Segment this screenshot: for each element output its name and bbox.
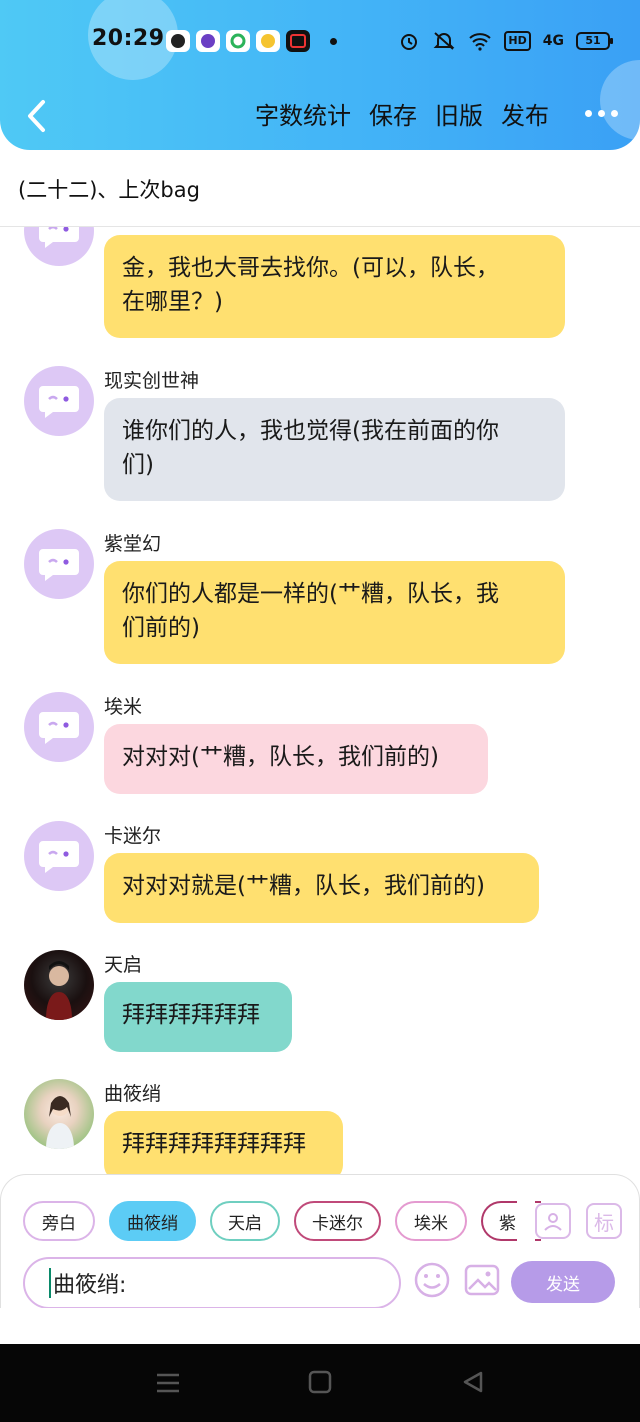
- avatar[interactable]: [24, 366, 94, 436]
- app-notification-icon: [226, 30, 250, 52]
- chevron-left-icon: [28, 100, 45, 132]
- hd-badge: HD: [504, 31, 531, 51]
- battery-icon: 51: [576, 32, 613, 50]
- more-button[interactable]: [585, 110, 618, 117]
- status-icons: HD 4G 51: [398, 28, 613, 54]
- character-chip[interactable]: 埃米: [395, 1201, 467, 1241]
- character-chip-selected[interactable]: 曲筱绡: [109, 1201, 196, 1241]
- avatar[interactable]: [24, 950, 94, 1020]
- panel-bottom-space: [0, 1308, 640, 1344]
- send-button[interactable]: 发送: [511, 1261, 615, 1303]
- image-icon[interactable]: [463, 1261, 501, 1299]
- chat-message: 金，我也大哥去找你。(可以，队长， 在哪里？): [0, 227, 640, 346]
- chapter-title: (二十二)、上次bag: [18, 178, 200, 202]
- publish-button[interactable]: 发布: [501, 96, 549, 131]
- message-text: 们前的): [122, 615, 200, 641]
- character-chip[interactable]: 旁白: [23, 1201, 95, 1241]
- avatar[interactable]: [24, 692, 94, 762]
- person-icon[interactable]: [535, 1203, 571, 1239]
- chip-label: 旁白: [42, 1213, 76, 1234]
- character-portrait-icon: [46, 1096, 74, 1149]
- sender-name: 埃米: [104, 696, 143, 718]
- wifi-icon: [469, 33, 492, 51]
- chat-bubble-icon: [39, 712, 79, 744]
- message-text: 拜拜拜拜拜拜: [122, 1002, 260, 1028]
- menu-icon[interactable]: [155, 1370, 181, 1396]
- app-root: 20:29 HD 4G 51 字数统计 保存 旧版 发布 (二十二)、上次bag…: [0, 0, 640, 1422]
- message-bubble[interactable]: 谁你们的人，我也觉得(我在前面的你 们): [104, 398, 565, 501]
- message-bubble[interactable]: 对对对(艹糟，队长，我们前的): [104, 724, 488, 794]
- chip-label: 卡迷尔: [312, 1213, 363, 1234]
- avatar[interactable]: [24, 1079, 94, 1149]
- home-icon[interactable]: [308, 1370, 332, 1394]
- header: 20:29 HD 4G 51 字数统计 保存 旧版 发布: [0, 0, 640, 150]
- save-button[interactable]: 保存: [369, 96, 417, 131]
- alarm-icon: [401, 34, 418, 50]
- message-text: 谁你们的人，我也觉得(我在前面的你: [122, 418, 499, 444]
- chip-scroll-mask: [517, 1195, 535, 1247]
- message-bubble[interactable]: 对对对就是(艹糟，队长，我们前的): [104, 853, 539, 923]
- chip-label: 曲筱绡: [127, 1213, 178, 1234]
- sender-name: 天启: [104, 954, 143, 976]
- send-label: 发送: [546, 1274, 580, 1295]
- mute-icon: [434, 32, 455, 50]
- avatar[interactable]: [24, 529, 94, 599]
- more-notifications-dot: [330, 38, 337, 45]
- emoji-icon[interactable]: [413, 1261, 451, 1299]
- avatar[interactable]: [24, 821, 94, 891]
- message-text: 拜拜拜拜拜拜拜拜: [122, 1131, 306, 1157]
- message-text: 对对对就是(艹糟，队长，我们前的): [122, 873, 485, 899]
- chat-message: 紫堂幻 你们的人都是一样的(艹糟，队长，我 们前的): [0, 529, 640, 689]
- character-chip[interactable]: 天启: [210, 1201, 280, 1241]
- sender-name: 现实创世神: [104, 370, 200, 392]
- chat-message: 卡迷尔 对对对就是(艹糟，队长，我们前的): [0, 821, 640, 931]
- chat-bubble-icon: [39, 227, 79, 248]
- chat-message: 埃米 对对对(艹糟，队长，我们前的): [0, 692, 640, 802]
- chip-label: 埃米: [414, 1213, 448, 1234]
- old-version-button[interactable]: 旧版: [435, 96, 483, 131]
- chat-bubble-icon: [39, 549, 79, 581]
- app-notification-icon: [256, 30, 280, 52]
- message-bubble[interactable]: 拜拜拜拜拜拜: [104, 982, 292, 1052]
- header-actions: 字数统计 保存 旧版 发布: [255, 96, 618, 131]
- avatar[interactable]: [24, 227, 94, 266]
- message-text: 金，我也大哥去找你。(可以，队长，: [122, 255, 499, 281]
- message-bubble[interactable]: 金，我也大哥去找你。(可以，队长， 在哪里？): [104, 235, 565, 338]
- input-value: 曲筱绡:: [53, 1273, 127, 1298]
- status-time: 20:29: [92, 26, 165, 51]
- app-notification-icon: [166, 30, 190, 52]
- message-text: 在哪里？): [122, 289, 223, 315]
- message-text: 对对对(艹糟，队长，我们前的): [122, 744, 439, 770]
- sender-name: 曲筱绡: [104, 1083, 162, 1105]
- tag-button[interactable]: 标: [586, 1203, 622, 1239]
- message-text: 你们的人都是一样的(艹糟，队长，我: [122, 581, 499, 607]
- back-button[interactable]: [16, 92, 56, 140]
- system-nav-bar: [0, 1344, 640, 1422]
- app-notification-icon: [196, 30, 220, 52]
- chip-label: 天启: [228, 1213, 262, 1234]
- chat-bubble-icon: [39, 386, 79, 418]
- text-caret: [49, 1268, 51, 1298]
- chat-bubble-icon: [39, 841, 79, 873]
- sender-name: 卡迷尔: [104, 825, 162, 847]
- chat-message: 曲筱绡 拜拜拜拜拜拜拜拜: [0, 1079, 640, 1175]
- app-notification-icon: [286, 30, 310, 52]
- message-text: 们): [122, 452, 154, 478]
- composer-panel: 旁白 曲筱绡 天启 卡迷尔 埃米 紫 标 曲筱绡: 发送: [0, 1174, 640, 1309]
- sender-name: 紫堂幻: [104, 533, 162, 555]
- chat-list: 金，我也大哥去找你。(可以，队长， 在哪里？) 现实创世神 谁你们的人，我也觉得…: [0, 227, 640, 1175]
- network-label: 4G: [542, 33, 564, 49]
- message-bubble[interactable]: 拜拜拜拜拜拜拜拜: [104, 1111, 343, 1175]
- message-bubble[interactable]: 你们的人都是一样的(艹糟，队长，我 们前的): [104, 561, 565, 664]
- message-input[interactable]: 曲筱绡:: [23, 1257, 401, 1309]
- chip-label: 紫: [499, 1213, 516, 1234]
- back-triangle-icon[interactable]: [461, 1370, 485, 1394]
- character-chip[interactable]: 卡迷尔: [294, 1201, 381, 1241]
- character-portrait-icon: [46, 961, 72, 1020]
- chat-message: 现实创世神 谁你们的人，我也觉得(我在前面的你 们): [0, 366, 640, 526]
- tag-label: 标: [594, 1210, 614, 1235]
- chat-message: 天启 拜拜拜拜拜拜: [0, 950, 640, 1060]
- word-count-button[interactable]: 字数统计: [255, 96, 351, 131]
